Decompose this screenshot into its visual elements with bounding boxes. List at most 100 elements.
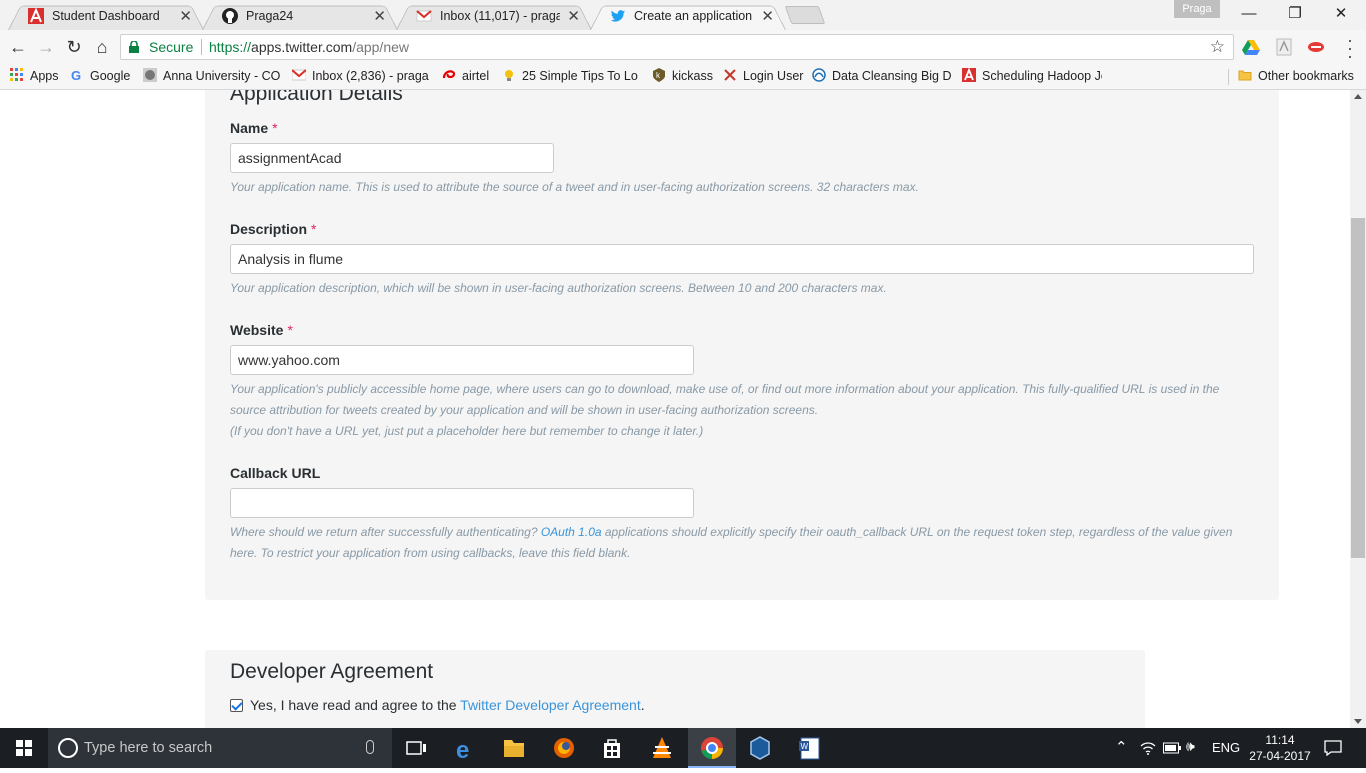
pdf-extension-icon[interactable] [1275,38,1293,56]
windows-start-icon[interactable] [0,728,48,768]
firefox-icon[interactable] [540,728,588,768]
bookmark-label: Other bookmarks [1258,69,1354,83]
new-tab-button[interactable] [784,6,826,24]
gmail-icon [416,10,432,22]
agree-text-before: Yes, I have read and agree to the [250,697,461,713]
google-drive-icon[interactable] [1242,38,1260,56]
tab-title: Inbox (11,017) - pragade [440,9,560,23]
name-label-text: Name [230,120,269,136]
bookmark-tips[interactable]: 25 Simple Tips To Lose [502,68,638,86]
virtualbox-icon[interactable] [736,728,784,768]
language-indicator[interactable]: ENG [1212,740,1240,755]
home-icon[interactable]: ⌂ [90,35,114,59]
profile-badge[interactable]: Praga [1174,0,1220,18]
callback-help-text-after: applications should explicitly specify t… [601,525,1233,539]
close-icon[interactable]: ✕ [761,7,774,25]
clock-date: 27-04-2017 [1249,749,1311,763]
tab-create-application[interactable]: Create an application | Tw ✕ [590,2,786,30]
chrome-menu-icon[interactable]: · · · [1342,31,1358,65]
close-icon[interactable]: ✕ [567,7,580,25]
task-view-icon[interactable] [392,728,440,768]
close-icon[interactable]: ✕ [179,7,192,25]
close-window-icon[interactable]: ✕ [1318,4,1364,26]
developer-agreement-link[interactable]: Twitter Developer Agreement [460,697,641,713]
required-mark: * [311,221,317,237]
oauth-link[interactable]: OAuth 1.0a [541,525,602,539]
word-document-icon[interactable]: W [786,728,834,768]
bookmarks-bar: Apps G Google Anna University - COE Inbox… [0,64,1366,90]
bookmark-data-cleansing[interactable]: Data Cleansing Big Da [812,68,952,86]
description-help: Your application description, which will… [230,281,887,295]
url-scheme: https:// [209,39,252,55]
bookmark-divider [1228,69,1229,85]
minimize-icon[interactable]: — [1226,4,1272,26]
tray-chevron-icon[interactable]: ⌃ [1115,738,1128,756]
bookmark-scheduling-hadoop[interactable]: Scheduling Hadoop Jo [962,68,1102,86]
reload-icon[interactable]: ↻ [62,35,86,59]
description-input[interactable]: Analysis in flume [230,244,1254,274]
wifi-icon[interactable] [1140,741,1156,755]
data-icon [812,68,826,82]
extension-icon[interactable] [1307,38,1325,56]
tips-icon [505,70,513,81]
bookmark-google[interactable]: G Google [70,68,136,86]
forward-icon[interactable]: → [34,35,58,59]
bookmark-inbox[interactable]: Inbox (2,836) - pragad [292,68,429,86]
bookmark-label: Apps [30,69,59,83]
back-icon[interactable]: ← [6,35,30,59]
url-path: /app/new [352,39,410,55]
website-label: Website * [230,322,293,338]
website-help-line1: Your application's publicly accessible h… [230,382,1220,396]
bookmark-label: Login User [743,69,804,83]
scroll-thumb[interactable] [1351,218,1365,558]
tab-student-dashboard[interactable]: Student Dashboard ✕ [8,2,204,30]
required-mark: * [287,322,293,338]
bookmark-kickass[interactable]: k kickass [652,68,714,86]
store-icon[interactable] [588,728,636,768]
battery-icon[interactable] [1163,742,1181,754]
microphone-icon[interactable] [366,740,374,754]
bookmark-label: Google [90,69,131,83]
windows-taskbar: Type here to search e W ⌃ 🕪 ENG 11:14 27… [0,728,1366,768]
taskbar-search[interactable]: Type here to search [48,728,392,768]
url-text[interactable]: https://apps.twitter.com/app/new [209,39,409,55]
bookmark-other[interactable]: Other bookmarks [1238,68,1356,86]
address-bar[interactable]: Secure https://apps.twitter.com/app/new … [120,34,1234,60]
bookmark-apps[interactable]: Apps [10,68,62,86]
bookmark-airtel[interactable]: airtel [442,68,492,86]
scroll-down-arrow-icon[interactable] [1354,719,1362,724]
volume-icon[interactable]: 🕪 [1186,738,1195,755]
agree-checkbox[interactable] [230,699,243,712]
tab-praga24[interactable]: Praga24 ✕ [202,2,398,30]
airtel-icon [442,70,456,79]
bookmark-star-icon[interactable]: ☆ [1210,37,1225,57]
callback-help-text: Where should we return after successfull… [230,525,541,539]
website-help-line3: (If you don't have a URL yet, just put a… [230,424,704,438]
website-input[interactable]: www.yahoo.com [230,345,694,375]
file-explorer-icon[interactable] [490,728,538,768]
page-viewport: Application Details Name * assignmentAcad… [0,90,1350,728]
kickass-icon: k [653,68,665,82]
edge-icon[interactable]: e [442,728,490,768]
taskbar-clock[interactable]: 11:14 27-04-2017 [1246,732,1314,764]
website-help-line2: source attribution for tweets created by… [230,403,819,417]
page-scrollbar[interactable] [1350,90,1366,728]
bookmark-label: 25 Simple Tips To Lose [522,69,638,83]
callback-url-label: Callback URL [230,465,321,481]
name-input[interactable]: assignmentAcad [230,143,554,173]
vlc-icon[interactable] [638,728,686,768]
callback-url-input[interactable] [230,488,694,518]
action-center-icon[interactable] [1324,740,1342,756]
tab-title: Student Dashboard [52,9,160,23]
close-icon[interactable]: ✕ [373,7,386,25]
restore-icon[interactable]: ❐ [1272,4,1318,26]
scroll-up-arrow-icon[interactable] [1354,94,1362,99]
twitter-icon [610,10,625,22]
chrome-taskbar-button[interactable] [688,728,736,768]
apps-grid-icon [10,68,23,81]
tab-inbox[interactable]: Inbox (11,017) - pragade ✕ [396,2,592,30]
bookmark-anna-university[interactable]: Anna University - COE [143,68,280,86]
description-label-text: Description [230,221,308,237]
bookmark-login-user[interactable]: Login User [723,68,805,86]
bookmark-label: airtel [462,69,490,83]
